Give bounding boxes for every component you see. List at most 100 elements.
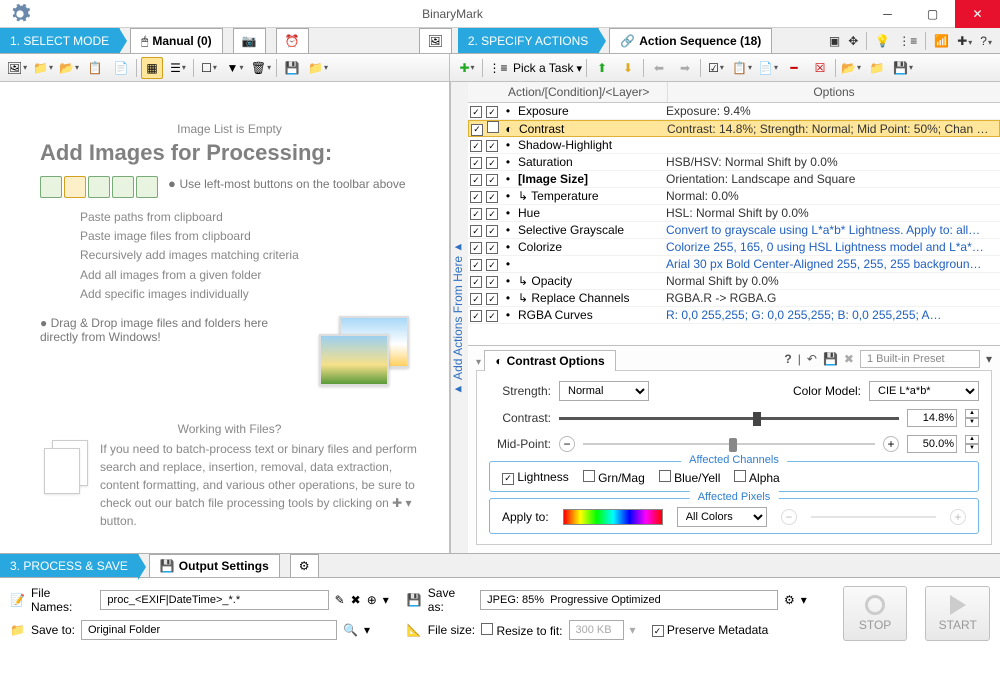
undo-button[interactable]: ⬅: [648, 57, 670, 79]
view-list-button[interactable]: ☰: [167, 57, 189, 79]
clock-tab[interactable]: ⏰: [276, 28, 309, 53]
contrast-value[interactable]: [907, 409, 957, 427]
midpoint-slider[interactable]: [583, 438, 875, 450]
fn-tool2-icon[interactable]: ✖: [351, 593, 361, 607]
paste-action-button[interactable]: 📄: [757, 57, 779, 79]
minimize-button[interactable]: ─: [865, 0, 910, 28]
paste-files-button[interactable]: 📋: [84, 57, 106, 79]
collapse-icon[interactable]: ▾: [476, 357, 481, 368]
midpoint-spinner[interactable]: ▲▼: [965, 435, 979, 453]
add-image-button[interactable]: 🖼: [6, 57, 28, 79]
open-seq-button[interactable]: 📂: [840, 57, 862, 79]
alpha-checkbox[interactable]: Alpha: [734, 470, 779, 485]
save-list-button[interactable]: 💾: [281, 57, 303, 79]
check-icon[interactable]: ⋮≡: [898, 34, 917, 48]
mid-minus-icon[interactable]: −: [559, 436, 575, 452]
action-row[interactable]: ✓✓•Shadow-Highlight: [468, 137, 1000, 154]
filter-button[interactable]: ▼: [224, 57, 246, 79]
action-row[interactable]: ✓✓•Arial 30 px Bold Center-Aligned 255, …: [468, 256, 1000, 273]
action-row[interactable]: ✓✓•↳ TemperatureNormal: 0.0%: [468, 188, 1000, 205]
output-gear-tab[interactable]: ⚙: [290, 554, 319, 577]
action-sequence-tab[interactable]: 🔗 Action Sequence (18): [609, 28, 772, 53]
console-icon[interactable]: ▣: [829, 34, 840, 48]
midpoint-value[interactable]: [907, 435, 957, 453]
save-seq-button[interactable]: 💾: [892, 57, 914, 79]
wifi-icon[interactable]: 📶: [934, 34, 949, 48]
saveas-gear-icon[interactable]: ⚙: [784, 593, 795, 607]
close-button[interactable]: ✕: [955, 0, 1000, 28]
action-row[interactable]: ✓✓•HueHSL: Normal Shift by 0.0%: [468, 205, 1000, 222]
grnmag-checkbox[interactable]: Grn/Mag: [583, 470, 645, 485]
action-row[interactable]: ✓✓•↳ OpacityNormal Shift by 0.0%: [468, 273, 1000, 290]
action-row[interactable]: ✓✓•ColorizeColorize 255, 165, 0 using HS…: [468, 239, 1000, 256]
help-dropdown[interactable]: ?: [980, 34, 992, 48]
check-all-button[interactable]: ☑: [705, 57, 727, 79]
action-row[interactable]: ✓◐ContrastContrast: 14.8%; Strength: Nor…: [468, 120, 1000, 137]
manual-tab[interactable]: 🖱 Manual (0): [130, 28, 223, 53]
resize-checkbox[interactable]: Resize to fit:: [481, 623, 562, 638]
add-recursive-button[interactable]: 📂: [58, 57, 80, 79]
redo-button[interactable]: ➡: [674, 57, 696, 79]
open-list-button[interactable]: 📁: [307, 57, 329, 79]
task-icon[interactable]: ⋮≡: [487, 57, 509, 79]
start-button[interactable]: START: [925, 586, 990, 641]
lightness-checkbox[interactable]: ✓ Lightness: [502, 470, 569, 485]
output-settings-tab[interactable]: 💾 Output Settings: [149, 554, 280, 577]
step2-tab[interactable]: 2. SPECIFY ACTIONS: [458, 28, 599, 53]
help-icon[interactable]: ?: [784, 352, 791, 366]
select-button[interactable]: ☐: [198, 57, 220, 79]
move-up-button[interactable]: ⬆: [591, 57, 613, 79]
plus-dropdown[interactable]: ✚: [957, 34, 972, 48]
action-row[interactable]: ✓✓•[Image Size]Orientation: Landscape an…: [468, 171, 1000, 188]
px-plus-icon[interactable]: +: [950, 509, 966, 525]
settings-gear-icon[interactable]: [0, 3, 40, 25]
step3-tab[interactable]: 3. PROCESS & SAVE: [0, 554, 139, 577]
px-minus-icon[interactable]: −: [781, 509, 797, 525]
bulb-icon[interactable]: 💡: [875, 34, 890, 48]
pick-task-dropdown[interactable]: Pick a Task ▾: [513, 61, 582, 75]
contrast-slider[interactable]: [559, 412, 899, 424]
add-actions-sidebar[interactable]: ► Add Actions From Here ►: [450, 82, 468, 553]
actions-list[interactable]: ✓✓•ExposureExposure: 9.4%✓◐ContrastContr…: [468, 103, 1000, 345]
saveto-input[interactable]: [81, 620, 337, 640]
add-folder-button[interactable]: 📁: [32, 57, 54, 79]
preset-dropdown[interactable]: [860, 350, 980, 368]
image-tab[interactable]: 🖼: [419, 28, 452, 53]
preset-chevron-icon[interactable]: ▾: [986, 352, 992, 366]
blueyell-checkbox[interactable]: Blue/Yell: [659, 470, 721, 485]
filenames-input[interactable]: [100, 590, 328, 610]
target-icon[interactable]: ✥: [848, 34, 858, 48]
preserve-checkbox[interactable]: ✓ Preserve Metadata: [652, 623, 769, 638]
camera-tab[interactable]: 📷: [233, 28, 266, 53]
delete-icon[interactable]: ✖: [844, 352, 854, 366]
resize-value[interactable]: [569, 620, 624, 640]
maximize-button[interactable]: ▢: [910, 0, 955, 28]
paste-paths-button[interactable]: 📄: [110, 57, 132, 79]
contrast-spinner[interactable]: ▲▼: [965, 409, 979, 427]
action-row[interactable]: ✓✓•ExposureExposure: 9.4%: [468, 103, 1000, 120]
view-thumb-button[interactable]: ▦: [141, 57, 163, 79]
action-row[interactable]: ✓✓•↳ Replace ChannelsRGBA.R -> RGBA.G: [468, 290, 1000, 307]
remove-button[interactable]: 🗑: [250, 57, 272, 79]
contrast-options-tab[interactable]: ◐ Contrast Options: [484, 350, 615, 371]
copy-action-button[interactable]: 📋: [731, 57, 753, 79]
color-model-select[interactable]: CIE L*a*b*: [869, 381, 979, 401]
action-row[interactable]: ✓✓•SaturationHSB/HSV: Normal Shift by 0.…: [468, 154, 1000, 171]
saveas-dd-icon[interactable]: ▾: [801, 593, 807, 607]
clear-actions-button[interactable]: ☒: [809, 57, 831, 79]
saveto-search-icon[interactable]: 🔍: [343, 623, 358, 637]
fn-tool3-icon[interactable]: ⊕: [367, 593, 377, 607]
apply-to-select[interactable]: All Colors: [677, 507, 767, 527]
move-down-button[interactable]: ⬇: [617, 57, 639, 79]
action-row[interactable]: ✓✓•RGBA CurvesR: 0,0 255,255; G: 0,0 255…: [468, 307, 1000, 324]
step1-tab[interactable]: 1. SELECT MODE: [0, 28, 120, 53]
strength-select[interactable]: Normal: [559, 381, 649, 401]
saveto-dd-icon[interactable]: ▾: [364, 623, 370, 637]
browse-seq-button[interactable]: 📁: [866, 57, 888, 79]
fn-tool4-icon[interactable]: ▾: [383, 593, 389, 607]
stop-button[interactable]: STOP: [843, 586, 908, 641]
save-icon[interactable]: 💾: [823, 352, 838, 366]
add-action-button[interactable]: ✚: [456, 57, 478, 79]
saveas-input[interactable]: [480, 590, 778, 610]
action-row[interactable]: ✓✓•Selective GrayscaleConvert to graysca…: [468, 222, 1000, 239]
